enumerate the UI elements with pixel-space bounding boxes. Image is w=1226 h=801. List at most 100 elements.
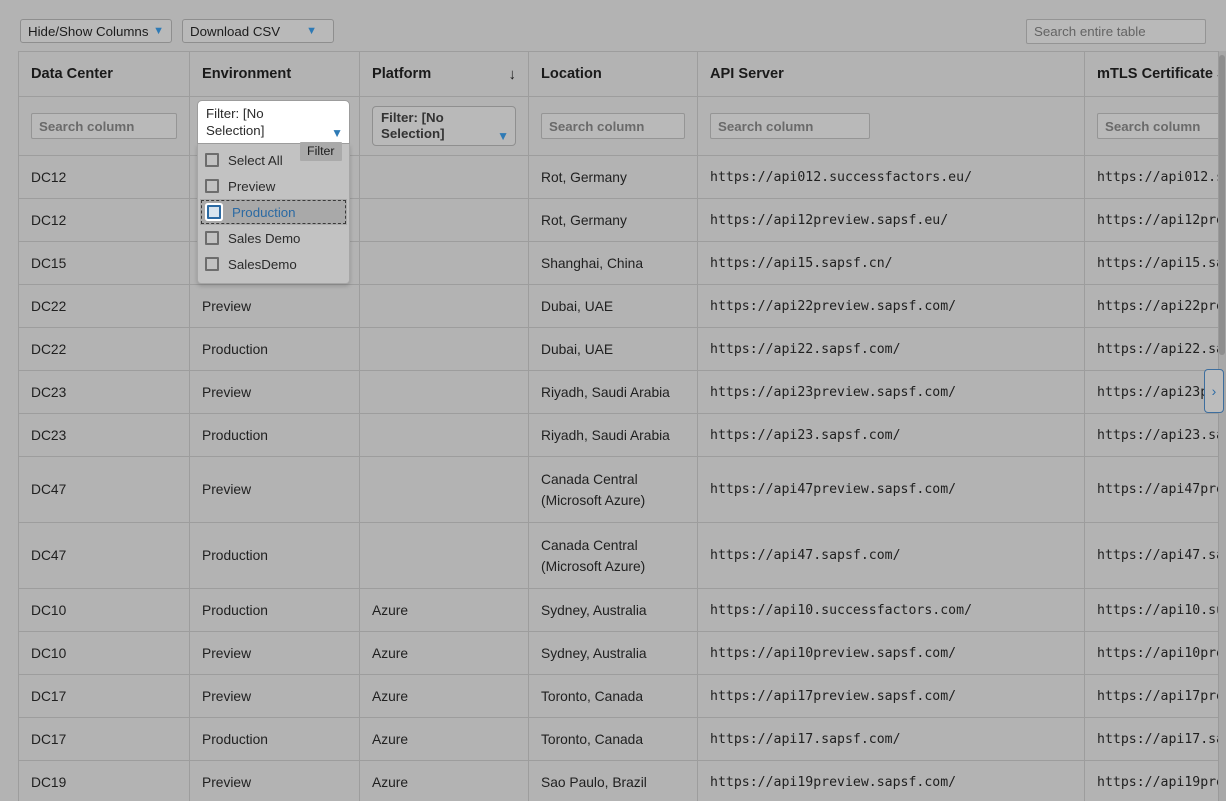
cell-mtls: https://api15.sapsf.cn/ — [1085, 242, 1226, 285]
cell-mtls: https://api17preview.sapsf.com/ — [1085, 675, 1226, 718]
scroll-right-button[interactable]: › — [1204, 369, 1224, 413]
column-search-input[interactable]: Search column — [1097, 113, 1226, 139]
column-header-label: Environment — [202, 66, 291, 82]
cell-mtls: https://api10.successfactors.com/ — [1085, 589, 1226, 632]
column-header-api-server[interactable]: API Server — [698, 52, 1085, 97]
vertical-scrollbar-thumb[interactable] — [1219, 55, 1225, 355]
cell-data-center: DC10 — [19, 632, 190, 675]
column-search-input[interactable]: Search column — [31, 113, 177, 139]
cell-environment: Preview — [190, 632, 360, 675]
cell-api-server: https://api19preview.sapsf.com/ — [698, 761, 1085, 801]
environment-filter-toggle-label: Filter: [No Selection] — [206, 105, 321, 139]
cell-mtls: https://api23.sapsf.com/ — [1085, 414, 1226, 457]
checkbox-icon[interactable] — [205, 231, 219, 245]
checkbox-icon[interactable] — [205, 153, 219, 167]
environment-filter-toggle[interactable]: Filter: [No Selection] ▼ — [197, 100, 350, 144]
cell-platform — [360, 328, 529, 371]
cell-api-server: https://api10.successfactors.com/ — [698, 589, 1085, 632]
cell-mtls: https://api17.sapsf.com/ — [1085, 718, 1226, 761]
column-header-environment[interactable]: Environment — [190, 52, 360, 97]
cell-platform — [360, 414, 529, 457]
cell-location: Sao Paulo, Brazil — [529, 761, 698, 801]
column-header-label: Location — [541, 66, 602, 82]
filter-option-production[interactable]: Production — [200, 199, 347, 225]
table-row[interactable]: DC23PreviewRiyadh, Saudi Arabiahttps://a… — [19, 371, 1226, 414]
filter-option-salesdemo[interactable]: SalesDemo — [198, 251, 349, 277]
cell-environment: Preview — [190, 457, 360, 523]
cell-location: Sydney, Australia — [529, 632, 698, 675]
table-row[interactable]: DC23ProductionRiyadh, Saudi Arabiahttps:… — [19, 414, 1226, 457]
cell-location: Canada Central (Microsoft Azure) — [529, 457, 698, 523]
chevron-down-icon: ▼ — [152, 26, 164, 37]
cell-data-center: DC23 — [19, 371, 190, 414]
cell-platform: Azure — [360, 589, 529, 632]
column-header-label: Data Center — [31, 66, 113, 82]
environment-filter-dropdown[interactable]: Filter: [No Selection] ▼ Select AllPrevi… — [197, 100, 350, 284]
cell-mtls: https://api012.successfactors.eu/ — [1085, 156, 1226, 199]
chevron-down-icon: ▼ — [491, 130, 509, 142]
cell-api-server: https://api17.sapsf.com/ — [698, 718, 1085, 761]
column-header-data-center[interactable]: Data Center — [19, 52, 190, 97]
filter-option-label: Sales Demo — [228, 231, 300, 246]
column-filter-cell: Search column — [1085, 97, 1226, 156]
cell-environment: Production — [190, 589, 360, 632]
cell-environment: Preview — [190, 285, 360, 328]
cell-api-server: https://api10preview.sapsf.com/ — [698, 632, 1085, 675]
search-entire-table-input[interactable]: Search entire table — [1026, 19, 1206, 44]
cell-platform: Azure — [360, 675, 529, 718]
download-csv-label: Download CSV — [190, 24, 280, 39]
cell-platform — [360, 199, 529, 242]
cell-data-center: DC22 — [19, 285, 190, 328]
cell-data-center: DC19 — [19, 761, 190, 801]
cell-environment: Preview — [190, 371, 360, 414]
table-row[interactable]: DC10PreviewAzureSydney, Australiahttps:/… — [19, 632, 1226, 675]
filter-option-sales-demo[interactable]: Sales Demo — [198, 225, 349, 251]
column-filter-select-label: Filter: [No Selection] — [381, 110, 485, 142]
table-row[interactable]: DC47ProductionCanada Central (Microsoft … — [19, 523, 1226, 589]
column-search-input[interactable]: Search column — [541, 113, 685, 139]
checkbox-icon[interactable] — [207, 205, 221, 219]
cell-location: Riyadh, Saudi Arabia — [529, 371, 698, 414]
cell-location: Toronto, Canada — [529, 718, 698, 761]
cell-location: Rot, Germany — [529, 199, 698, 242]
chevron-right-icon: › — [1212, 383, 1217, 399]
filter-option-preview[interactable]: Preview — [198, 173, 349, 199]
cell-data-center: DC47 — [19, 523, 190, 589]
checkbox-icon[interactable] — [205, 179, 219, 193]
table-row[interactable]: DC22ProductionDubai, UAEhttps://api22.sa… — [19, 328, 1226, 371]
column-filter-select[interactable]: Filter: [No Selection] ▼ — [372, 106, 516, 146]
column-filter-cell: Search column — [19, 97, 190, 156]
column-header-label: API Server — [710, 66, 784, 82]
table-row[interactable]: DC17ProductionAzureToronto, Canadahttps:… — [19, 718, 1226, 761]
column-search-input[interactable]: Search column — [710, 113, 870, 139]
cell-environment: Preview — [190, 675, 360, 718]
column-header-mtls-certificate-s[interactable]: mTLS Certificate S — [1085, 52, 1226, 97]
hide-show-columns-label: Hide/Show Columns — [28, 24, 148, 39]
cell-data-center: DC17 — [19, 718, 190, 761]
cell-mtls: https://api47.sapsf.com/ — [1085, 523, 1226, 589]
table-row[interactable]: DC10ProductionAzureSydney, Australiahttp… — [19, 589, 1226, 632]
filter-tooltip: Filter — [300, 142, 342, 161]
hide-show-columns-button[interactable]: Hide/Show Columns ▼ — [20, 19, 172, 43]
column-header-platform[interactable]: Platform↓ — [360, 52, 529, 97]
sort-descending-icon[interactable]: ↓ — [509, 66, 517, 83]
cell-platform — [360, 523, 529, 589]
cell-platform — [360, 242, 529, 285]
checkbox-icon[interactable] — [205, 257, 219, 271]
cell-mtls: https://api19preview.sapsf.com/ — [1085, 761, 1226, 801]
column-header-location[interactable]: Location — [529, 52, 698, 97]
download-csv-button[interactable]: Download CSV ▼ — [182, 19, 334, 43]
table-header-row: Data Center Environment Platform↓ Location A… — [19, 52, 1226, 97]
table-row[interactable]: DC47PreviewCanada Central (Microsoft Azu… — [19, 457, 1226, 523]
cell-api-server: https://api12preview.sapsf.eu/ — [698, 199, 1085, 242]
table-row[interactable]: DC19PreviewAzureSao Paulo, Brazilhttps:/… — [19, 761, 1226, 801]
cell-platform: Azure — [360, 718, 529, 761]
table-row[interactable]: DC17PreviewAzureToronto, Canadahttps://a… — [19, 675, 1226, 718]
cell-mtls: https://api10preview.sapsf.com/ — [1085, 632, 1226, 675]
table-row[interactable]: DC22PreviewDubai, UAEhttps://api22previe… — [19, 285, 1226, 328]
cell-data-center: DC12 — [19, 156, 190, 199]
cell-environment: Production — [190, 718, 360, 761]
cell-data-center: DC10 — [19, 589, 190, 632]
table-toolbar: Hide/Show Columns ▼ Download CSV ▼ Searc… — [0, 0, 1226, 51]
cell-location: Shanghai, China — [529, 242, 698, 285]
